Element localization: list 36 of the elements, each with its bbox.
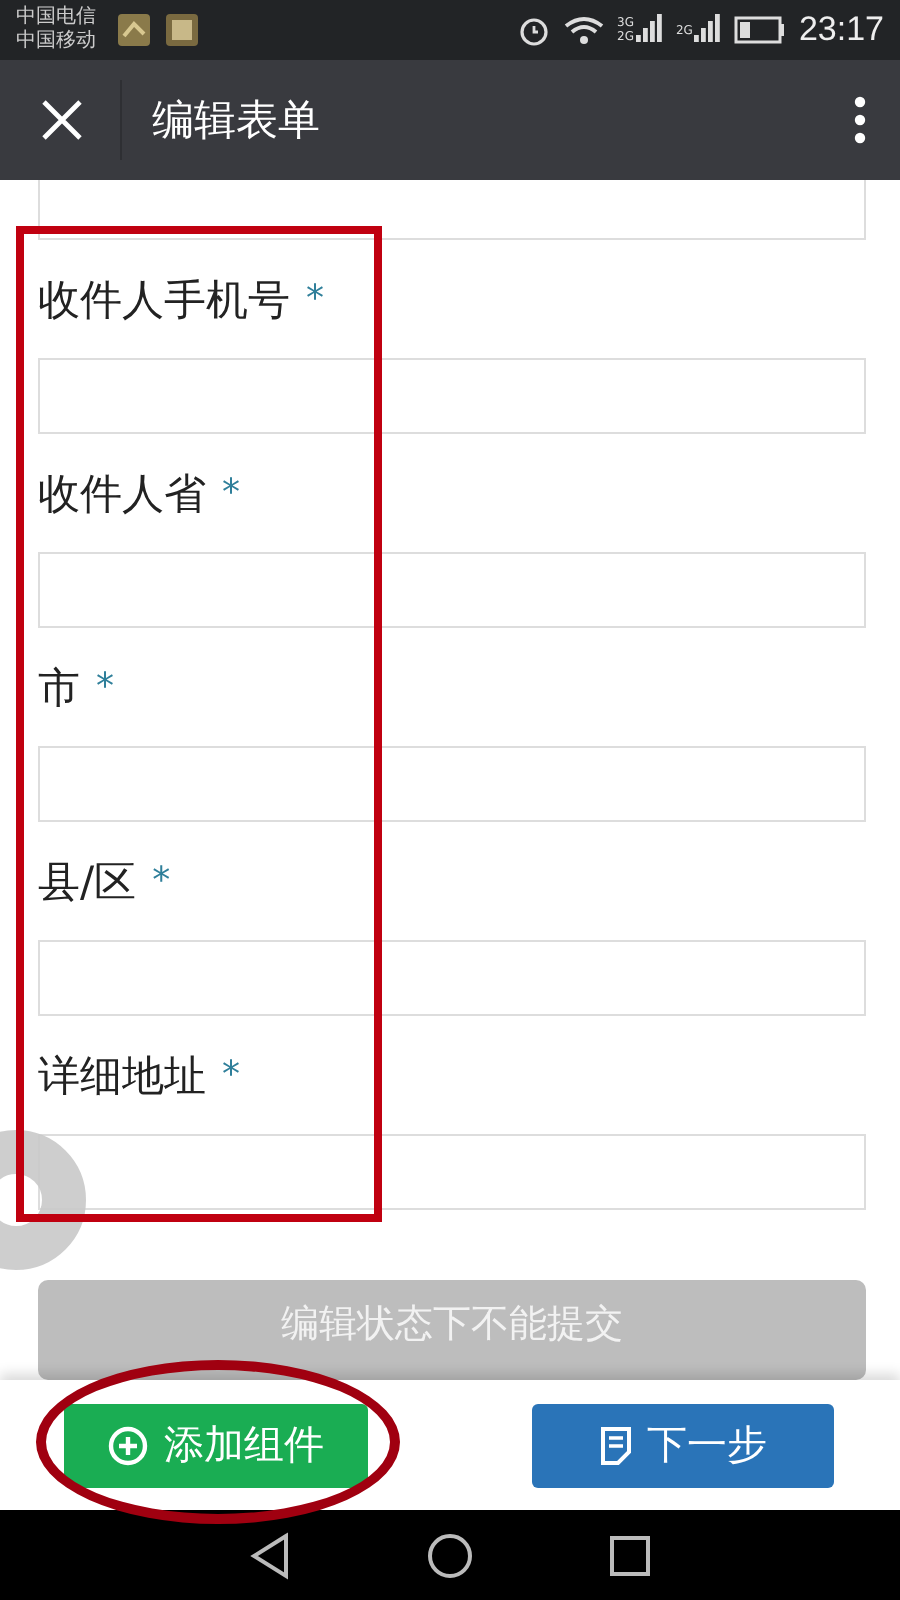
field-label: 收件人省	[38, 468, 206, 522]
field-label: 收件人手机号	[38, 274, 290, 328]
document-icon	[599, 1425, 631, 1465]
field-label: 市	[38, 662, 80, 716]
wifi-icon	[561, 14, 606, 46]
signal-icon	[635, 14, 664, 46]
recents-icon[interactable]	[608, 1533, 653, 1577]
required-mark: *	[152, 858, 171, 906]
input-field[interactable]	[38, 552, 866, 628]
battery-icon	[734, 16, 787, 44]
required-mark: *	[222, 1052, 240, 1100]
notification-icon	[116, 12, 152, 48]
plus-circle-icon	[108, 1425, 148, 1465]
next-step-button[interactable]: 下一步	[532, 1403, 834, 1487]
required-mark: *	[222, 470, 240, 518]
input-field[interactable]	[38, 1134, 866, 1210]
home-icon[interactable]	[425, 1531, 474, 1579]
input-field[interactable]	[38, 358, 866, 434]
signal-icon	[694, 14, 723, 46]
carrier-name: 中国电信	[16, 6, 96, 29]
alarm-icon	[517, 14, 550, 46]
field-label: 县/区	[38, 856, 137, 910]
field-label: 详细地址	[38, 1050, 206, 1104]
close-icon[interactable]	[40, 98, 84, 142]
required-mark: *	[96, 664, 114, 712]
input-field[interactable]	[38, 940, 866, 1016]
carrier-name: 中国移动	[16, 30, 96, 54]
back-icon[interactable]	[247, 1531, 292, 1579]
required-mark: *	[306, 276, 324, 324]
input-field[interactable]	[38, 746, 866, 822]
page-title: 编辑表单	[152, 94, 322, 148]
clock-time: 23:17	[798, 10, 884, 50]
input-field[interactable]	[38, 180, 866, 240]
add-component-button[interactable]: 添加组件	[64, 1403, 368, 1487]
gallery-icon	[164, 12, 200, 48]
more-icon[interactable]	[854, 96, 866, 144]
